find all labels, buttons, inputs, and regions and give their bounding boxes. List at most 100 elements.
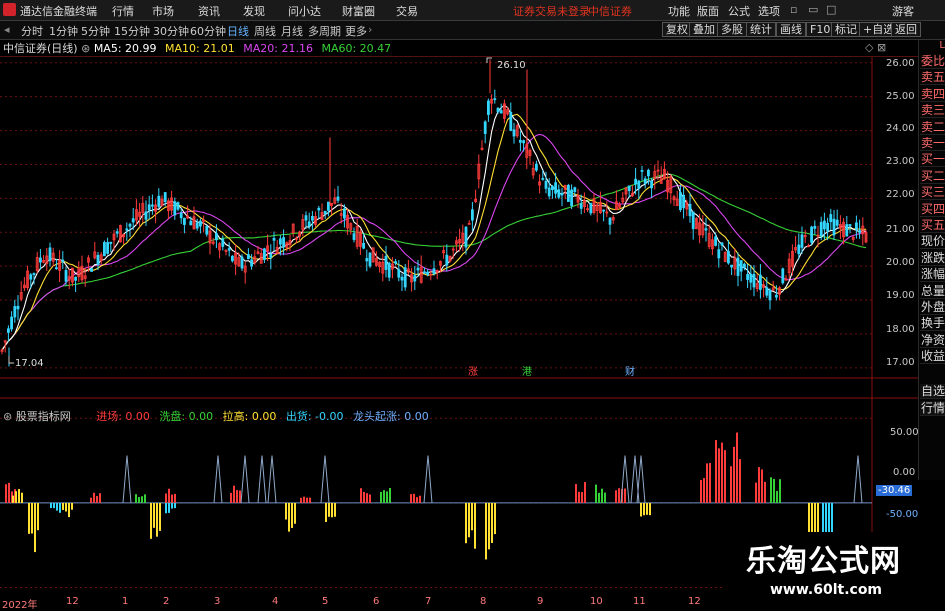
candle-body	[573, 187, 577, 193]
maximize-icon[interactable]: □	[826, 3, 836, 16]
candle-body	[743, 263, 746, 268]
period-1min[interactable]: 1分钟	[49, 23, 78, 39]
low-marker	[8, 356, 14, 364]
candle-body	[727, 250, 730, 264]
price-axis-label: 21.00	[886, 224, 915, 235]
side-panel-item[interactable]: 换手	[920, 316, 945, 332]
candle-body	[198, 220, 202, 227]
period-multi[interactable]: 多周期	[308, 23, 341, 39]
leader-signal	[122, 455, 132, 503]
side-panel-item[interactable]: 买四	[920, 202, 945, 217]
menu-quotes[interactable]: 行情	[112, 3, 134, 19]
menu-function[interactable]: 功能	[668, 3, 690, 19]
indicator-current-value: -30.46	[876, 485, 913, 496]
side-panel-tab[interactable]: 行情	[920, 401, 945, 416]
multi-stock-button[interactable]: 多股	[717, 22, 747, 37]
period-15min[interactable]: 15分钟	[114, 23, 150, 39]
login-warning[interactable]: 证券交易未登录	[513, 3, 590, 19]
period-timeshare[interactable]: 分时	[21, 23, 43, 39]
event-marker-finance[interactable]: 财	[625, 365, 635, 378]
side-panel-item[interactable]: 买二	[920, 169, 945, 184]
menu-formula[interactable]: 公式	[728, 3, 750, 19]
candle-body	[48, 247, 52, 262]
chevron-left-icon[interactable]: ◂	[4, 23, 10, 36]
ma5-line	[1, 104, 867, 351]
indicator-bar	[309, 497, 311, 503]
side-panel-item[interactable]: 卖三	[920, 103, 945, 119]
minimize-icon[interactable]: ▫	[790, 3, 797, 16]
indicator-leader: 龙头起涨: 0.00	[353, 410, 429, 423]
adjust-button[interactable]: 复权	[662, 22, 692, 37]
menu-discover[interactable]: 发现	[243, 3, 265, 19]
candle-body	[486, 100, 490, 115]
candle-body	[240, 256, 244, 269]
date-axis-tick: 9	[537, 596, 544, 607]
period-more[interactable]: 更多	[345, 23, 367, 39]
candle-body	[470, 209, 474, 221]
side-panel-item[interactable]: 涨跌	[920, 251, 945, 266]
side-panel-item[interactable]: 买五	[920, 218, 945, 233]
menu-market[interactable]: 市场	[152, 3, 174, 19]
side-panel-item[interactable]: 委比	[920, 54, 945, 69]
settings-icon[interactable]: ⊛	[81, 42, 94, 55]
side-panel-item[interactable]: 收益	[920, 349, 945, 365]
mark-button[interactable]: 标记	[831, 22, 861, 37]
panel-corner: L	[939, 40, 945, 51]
candle-body	[519, 139, 522, 143]
indicator-bar	[285, 502, 287, 520]
side-panel-item[interactable]: 买一	[920, 152, 945, 168]
restore-icon[interactable]: ▭	[808, 3, 818, 16]
period-30min[interactable]: 30分钟	[153, 23, 189, 39]
indicator-bar	[65, 502, 67, 512]
indicator-bar	[233, 485, 235, 503]
candle-body	[55, 267, 58, 270]
indicator-name[interactable]: 股票指标网	[16, 410, 71, 423]
side-panel-item[interactable]: 外盘	[920, 300, 945, 315]
period-60min[interactable]: 60分钟	[190, 23, 226, 39]
statistics-button[interactable]: 统计	[746, 22, 776, 37]
period-monthly[interactable]: 月线	[281, 23, 303, 39]
candle-body	[557, 189, 561, 198]
candle-body	[493, 98, 497, 101]
side-panel-item[interactable]: 买三	[920, 185, 945, 201]
menu-trade[interactable]: 交易	[396, 3, 418, 19]
side-panel-item[interactable]: 卖二	[920, 120, 945, 135]
menu-options[interactable]: 选项	[758, 3, 780, 19]
indicator-bar	[465, 502, 467, 544]
low-label: 17.04	[15, 358, 44, 369]
chevron-right-icon[interactable]: ›	[368, 23, 372, 36]
side-panel-item[interactable]: 卖一	[920, 136, 945, 151]
menu-news[interactable]: 资讯	[198, 3, 220, 19]
side-panel-item[interactable]: 涨幅	[920, 267, 945, 283]
window-control-icons[interactable]: ◇ ⊠	[865, 41, 886, 54]
event-marker-rise[interactable]: 涨	[468, 366, 478, 378]
candle-body	[163, 192, 167, 202]
side-panel-item[interactable]: 总量	[920, 284, 945, 299]
candle-body	[445, 254, 449, 266]
period-5min[interactable]: 5分钟	[81, 23, 110, 39]
ma5-label: MA5: 20.99	[93, 42, 157, 55]
indicator-bar	[59, 502, 61, 513]
indicator-bar	[8, 482, 10, 503]
draw-line-button[interactable]: 画线	[776, 22, 806, 37]
period-weekly[interactable]: 周线	[254, 23, 276, 39]
leader-signal	[257, 455, 267, 503]
overlay-button[interactable]: 叠加	[689, 22, 719, 37]
side-panel-item[interactable]: 卖四	[920, 87, 945, 102]
menu-ask[interactable]: 问小达	[288, 3, 321, 19]
stock-name[interactable]: 中信证券(日线)	[3, 42, 78, 55]
side-panel-tab[interactable]: 自选	[920, 384, 945, 399]
side-panel-item[interactable]: 净资	[920, 333, 945, 348]
broker-name[interactable]: 中信证券	[588, 3, 632, 19]
menu-layout[interactable]: 版面	[697, 3, 719, 19]
period-toolbar: ◂ 分时 1分钟 5分钟 15分钟 30分钟 60分钟 日线 周线 月线 多周期…	[0, 21, 945, 40]
candle-body	[813, 225, 817, 229]
back-button[interactable]: 返回	[891, 22, 921, 37]
side-panel-item[interactable]: 卖五	[920, 70, 945, 86]
menu-wealth[interactable]: 财富圈	[342, 3, 375, 19]
guest-user[interactable]: 游客	[892, 3, 914, 19]
period-daily[interactable]: 日线	[227, 23, 249, 39]
indicator-settings-icon[interactable]: ⊛	[3, 410, 16, 423]
side-panel-item[interactable]: 现价	[920, 234, 945, 250]
event-marker-hk[interactable]: 港	[522, 366, 532, 378]
